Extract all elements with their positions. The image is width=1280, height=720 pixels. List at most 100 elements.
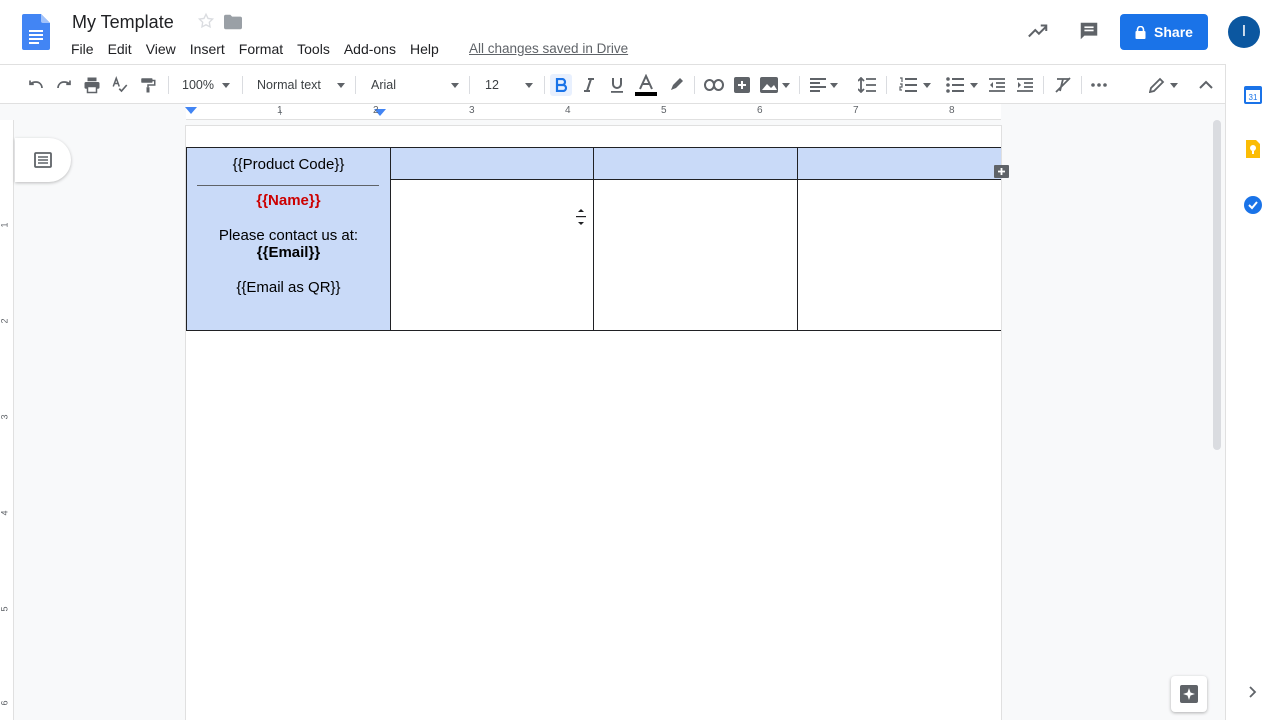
keep-icon[interactable] (1244, 140, 1262, 158)
toolbar-divider (1043, 76, 1044, 94)
table-cell-header[interactable] (389, 147, 595, 180)
table-cell-template[interactable]: {{Product Code}} {{Name}} Please contact… (186, 147, 391, 331)
chevron-down-icon (222, 82, 230, 88)
activity-trend-icon[interactable] (1027, 20, 1049, 42)
paragraph-style-select[interactable]: Normal text (257, 74, 347, 96)
ruler-number: 3 (0, 414, 10, 420)
line-spacing-icon[interactable] (856, 74, 878, 96)
editing-mode-icon[interactable] (1145, 74, 1181, 96)
redo-icon[interactable] (52, 74, 76, 96)
ruler-number: 5 (0, 606, 10, 612)
spellcheck-icon[interactable] (108, 74, 132, 96)
label-table[interactable]: {{Product Code}} {{Name}} Please contact… (186, 147, 1001, 331)
docs-app: My Template File Edit View Insert Format… (0, 0, 1280, 720)
insert-image-icon[interactable] (758, 74, 792, 96)
table-cell[interactable] (796, 179, 1001, 331)
table-cell-header[interactable] (796, 147, 1001, 180)
bold-icon[interactable] (550, 74, 572, 96)
toolbar-divider (469, 76, 470, 94)
insert-comment-icon[interactable] (731, 74, 753, 96)
formatting-toolbar: 100% Normal text Arial 12 (0, 64, 1225, 104)
ruler-number: 7 (853, 105, 859, 116)
collapse-menus-icon[interactable] (1196, 74, 1216, 96)
folder-icon[interactable] (224, 14, 242, 30)
left-indent-marker-icon[interactable] (185, 107, 197, 115)
toolbar-divider (355, 76, 356, 94)
horizontal-divider (197, 185, 380, 186)
numbered-list-icon[interactable] (895, 74, 935, 96)
font-size-value: 12 (485, 78, 499, 92)
text-color-icon[interactable] (634, 74, 658, 96)
underline-icon[interactable] (606, 74, 628, 96)
menu-view[interactable]: View (139, 40, 183, 60)
table-cell[interactable] (389, 179, 595, 331)
chevron-down-icon (830, 82, 838, 88)
ruler-number: 2 (373, 105, 379, 116)
horizontal-ruler[interactable]: 1 2 3 4 5 6 7 8 (185, 104, 1001, 120)
zoom-select[interactable]: 100% (182, 74, 234, 96)
table-cell-header[interactable] (593, 147, 798, 180)
share-button[interactable]: Share (1120, 14, 1208, 50)
account-avatar[interactable]: I (1228, 16, 1260, 48)
font-size-select[interactable]: 12 (485, 74, 537, 96)
undo-icon[interactable] (24, 74, 48, 96)
document-page[interactable]: {{Product Code}} {{Name}} Please contact… (186, 126, 1001, 720)
product-code-placeholder: {{Product Code}} (232, 156, 345, 173)
italic-icon[interactable] (578, 74, 600, 96)
more-options-icon[interactable] (1088, 74, 1110, 96)
bulleted-list-icon[interactable] (942, 74, 982, 96)
row-resize-cursor-icon (576, 209, 586, 225)
toolbar-divider (886, 76, 887, 94)
decrease-indent-icon[interactable] (986, 74, 1008, 96)
expand-side-panel-icon[interactable] (1244, 684, 1260, 700)
document-title[interactable]: My Template (72, 12, 174, 32)
menu-format[interactable]: Format (232, 40, 290, 60)
menu-insert[interactable]: Insert (183, 40, 232, 60)
vertical-scrollbar[interactable] (1212, 120, 1222, 720)
scrollbar-thumb[interactable] (1213, 120, 1221, 450)
chevron-down-icon (337, 82, 345, 88)
paint-format-icon[interactable] (136, 74, 160, 96)
lock-icon (1135, 25, 1146, 39)
vertical-ruler[interactable]: 1 2 3 4 5 6 (0, 120, 14, 720)
explore-button[interactable] (1171, 676, 1207, 712)
star-icon[interactable] (197, 12, 215, 30)
toolbar-divider (168, 76, 169, 94)
docs-logo-icon[interactable] (22, 14, 50, 50)
paragraph-style-value: Normal text (257, 78, 321, 92)
increase-indent-icon[interactable] (1014, 74, 1036, 96)
chevron-down-icon (451, 82, 459, 88)
chevron-down-icon (923, 82, 931, 88)
clear-formatting-icon[interactable] (1052, 74, 1074, 96)
email-placeholder: {{Email}} (256, 244, 321, 261)
menu-edit[interactable]: Edit (101, 40, 139, 60)
ruler-number: 4 (565, 105, 571, 116)
insert-link-icon[interactable] (703, 74, 725, 96)
save-status-link[interactable]: All changes saved in Drive (469, 41, 628, 57)
menu-help[interactable]: Help (403, 40, 446, 60)
name-placeholder: {{Name}} (256, 192, 321, 209)
zoom-value: 100% (182, 78, 214, 92)
contact-text: Please contact us at: (218, 227, 359, 244)
align-icon[interactable] (808, 74, 840, 96)
tasks-icon[interactable] (1244, 196, 1262, 214)
document-outline-button[interactable] (15, 138, 71, 182)
outline-icon (34, 152, 52, 168)
menu-tools[interactable]: Tools (290, 40, 337, 60)
print-icon[interactable] (80, 74, 104, 96)
toolbar-divider (1081, 76, 1082, 94)
add-comment-icon[interactable] (992, 162, 1012, 182)
highlight-color-icon[interactable] (665, 74, 687, 96)
share-label: Share (1154, 24, 1193, 40)
toolbar-divider (694, 76, 695, 94)
toolbar-divider (242, 76, 243, 94)
menu-addons[interactable]: Add-ons (337, 40, 403, 60)
comment-icon[interactable] (1078, 20, 1100, 42)
font-select[interactable]: Arial (371, 74, 461, 96)
calendar-icon[interactable]: 31 (1244, 86, 1262, 104)
ruler-number: 4 (0, 510, 10, 516)
menu-file[interactable]: File (64, 40, 101, 60)
email-qr-placeholder: {{Email as QR}} (236, 279, 341, 296)
menu-bar: File Edit View Insert Format Tools Add-o… (64, 40, 446, 60)
table-cell[interactable] (593, 179, 798, 331)
